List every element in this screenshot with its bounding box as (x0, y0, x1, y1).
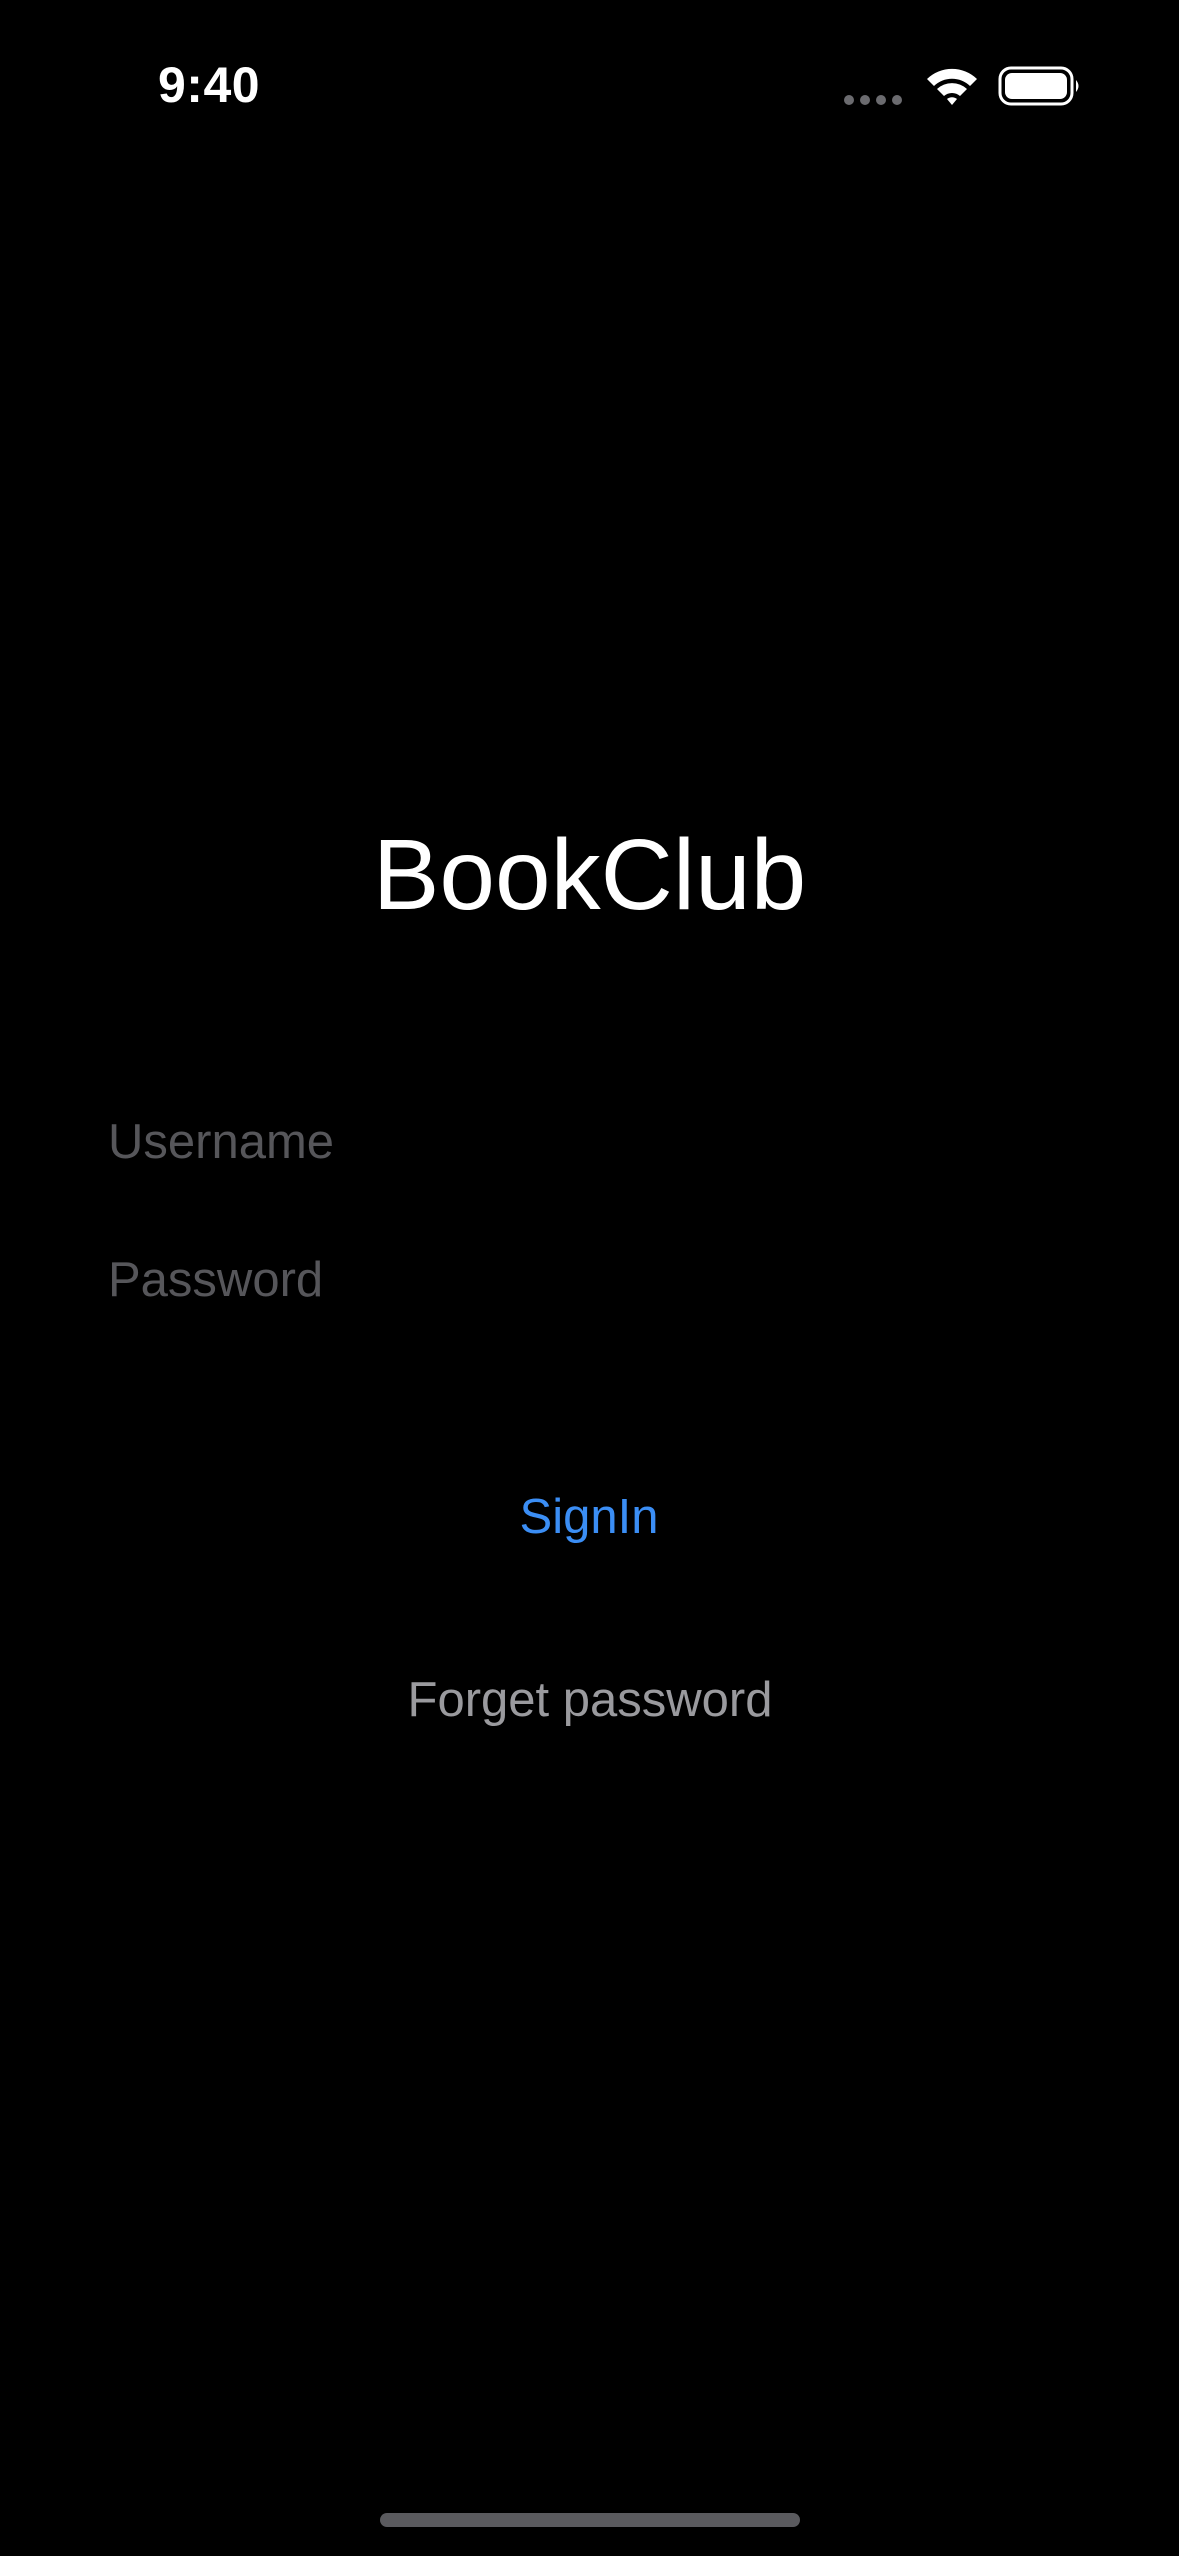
home-indicator[interactable] (380, 2513, 800, 2527)
cellular-signal-icon (844, 95, 902, 105)
wifi-icon (927, 68, 977, 105)
app-title: BookClub (372, 819, 807, 931)
signin-button[interactable]: SignIn (389, 1475, 789, 1559)
status-time: 9:40 (158, 57, 261, 113)
forget-password-button[interactable]: Forget password (290, 1658, 890, 1742)
status-bar: 9:40 (0, 0, 1179, 150)
username-field[interactable] (108, 1102, 1071, 1182)
battery-icon (998, 66, 1079, 106)
password-field[interactable] (108, 1240, 1071, 1320)
